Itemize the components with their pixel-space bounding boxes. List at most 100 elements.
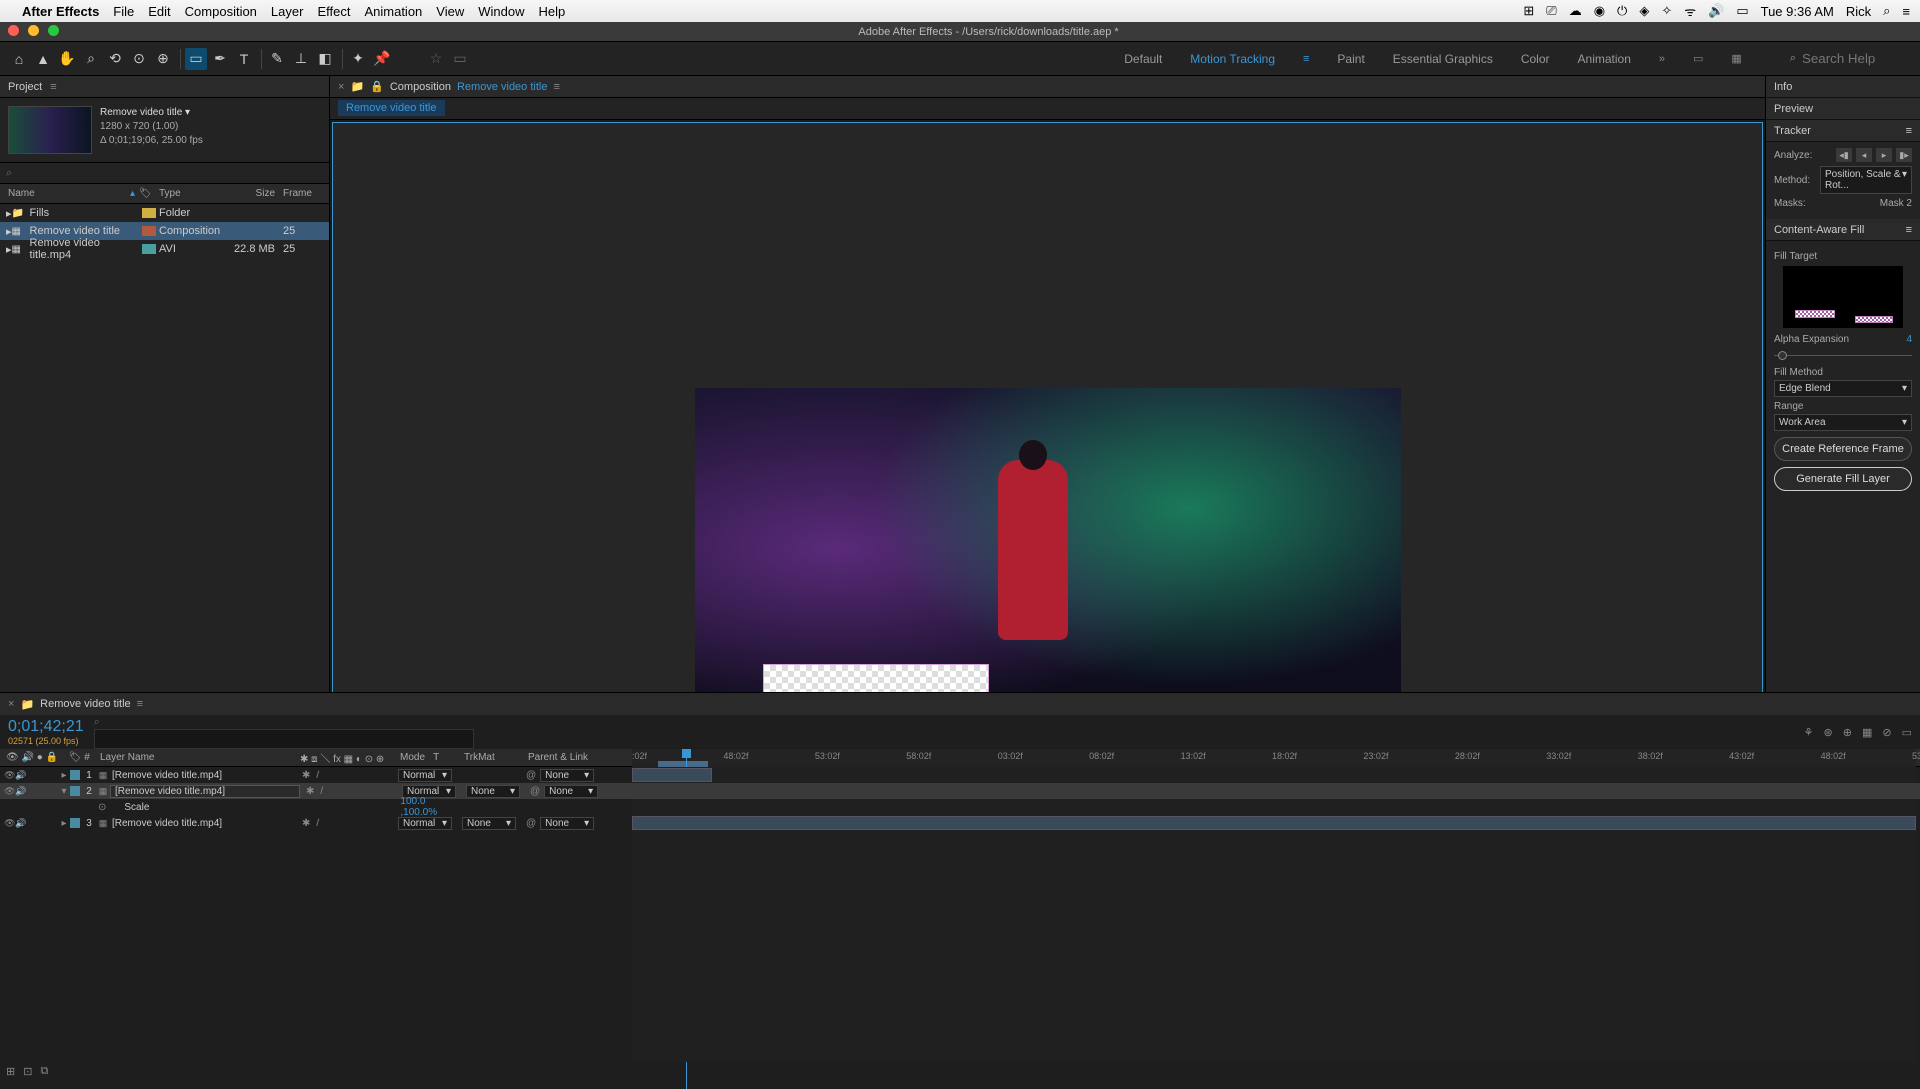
analyze-back-one-button[interactable]: ◂▮: [1836, 148, 1852, 162]
timeline-layer-row[interactable]: 👁🔊▸3▦[Remove video title.mp4]✱/Normal▾No…: [0, 815, 1920, 831]
visibility-toggle[interactable]: 👁: [4, 786, 14, 796]
col-layer-name[interactable]: Layer Name: [100, 752, 300, 763]
audio-toggle[interactable]: 🔊: [15, 786, 25, 796]
workspace-paint[interactable]: Paint: [1337, 52, 1364, 66]
parent-dropdown[interactable]: None▾: [540, 817, 594, 830]
menu-animation[interactable]: Animation: [364, 4, 422, 19]
sort-icon[interactable]: ▴: [130, 188, 135, 199]
label-swatch[interactable]: [70, 786, 80, 796]
menu-layer[interactable]: Layer: [271, 4, 304, 19]
composition-breadcrumb-link[interactable]: Remove video title: [457, 81, 548, 93]
layer-name[interactable]: [Remove video title.mp4]: [108, 770, 298, 781]
trkmat-dropdown[interactable]: None▾: [466, 785, 520, 798]
col-frame[interactable]: Frame: [279, 188, 329, 199]
method-dropdown[interactable]: Position, Scale & Rot...▾: [1820, 166, 1912, 194]
timeline-tool-icon[interactable]: ⊘: [1882, 726, 1891, 739]
alpha-expansion-value[interactable]: 4: [1906, 334, 1912, 345]
close-window-button[interactable]: [8, 25, 19, 36]
project-search-input[interactable]: [12, 167, 323, 179]
twirl-icon[interactable]: ▸: [58, 770, 70, 781]
orbit-tool-icon[interactable]: ⟲: [104, 48, 126, 70]
timeline-tab[interactable]: Remove video title: [40, 698, 131, 710]
col-solo-icon[interactable]: ●: [37, 752, 43, 763]
puppet-tool-icon[interactable]: 📌: [371, 48, 393, 70]
timeline-layer-row[interactable]: 👁🔊▾2▦[Remove video title.mp4]✱/Normal▾No…: [0, 783, 1920, 799]
overflow-icon[interactable]: »: [1659, 53, 1665, 65]
rectangle-tool-icon[interactable]: ▭: [185, 48, 207, 70]
col-lock-icon[interactable]: 🔒: [46, 752, 58, 763]
menu-composition[interactable]: Composition: [185, 4, 257, 19]
toolbar-icon[interactable]: ▦: [1731, 52, 1741, 65]
layer-name[interactable]: [Remove video title.mp4]: [108, 818, 298, 829]
label-swatch[interactable]: [142, 244, 156, 254]
status-icon[interactable]: ✧: [1661, 3, 1672, 19]
eraser-tool-icon[interactable]: ◧: [314, 48, 336, 70]
layer-switch[interactable]: /: [316, 818, 319, 829]
search-help-input[interactable]: [1802, 51, 1902, 66]
home-icon[interactable]: ⌂: [8, 48, 30, 70]
layer-property-row[interactable]: ⊙Scale100.0 ,100.0%: [0, 799, 1920, 815]
workspace-animation[interactable]: Animation: [1578, 52, 1631, 66]
workspace-essential-graphics[interactable]: Essential Graphics: [1393, 52, 1493, 66]
flowchart-tab[interactable]: Remove video title: [338, 100, 445, 116]
create-reference-frame-button[interactable]: Create Reference Frame: [1774, 437, 1912, 461]
parent-dropdown[interactable]: None▾: [540, 769, 594, 782]
switch-icon[interactable]: ⊙: [365, 754, 373, 765]
blend-mode-dropdown[interactable]: Normal▾: [398, 817, 452, 830]
parent-dropdown[interactable]: None▾: [544, 785, 598, 798]
app-name[interactable]: After Effects: [22, 4, 99, 19]
menu-edit[interactable]: Edit: [148, 4, 170, 19]
switch-icon[interactable]: ⊕: [376, 754, 384, 765]
col-eye-icon[interactable]: 👁: [6, 752, 19, 763]
cloud-icon[interactable]: ☁: [1569, 3, 1582, 19]
tab-close-icon[interactable]: ×: [338, 81, 344, 93]
layer-switch[interactable]: ✱: [302, 818, 310, 829]
folder-icon[interactable]: 📁: [350, 80, 364, 93]
solo-toggle[interactable]: [26, 770, 36, 780]
clock[interactable]: Tue 9:36 AM: [1761, 4, 1834, 19]
switch-icon[interactable]: ✱: [300, 754, 308, 765]
brush-tool-icon[interactable]: ✎: [266, 48, 288, 70]
audio-toggle[interactable]: 🔊: [15, 818, 25, 828]
timeline-tool-icon[interactable]: ⊛: [1824, 726, 1833, 739]
generate-fill-layer-button[interactable]: Generate Fill Layer: [1774, 467, 1912, 491]
panel-menu-icon[interactable]: ≡: [137, 698, 143, 710]
col-parent[interactable]: Parent & Link: [528, 752, 618, 763]
workspace-default[interactable]: Default: [1124, 52, 1162, 66]
battery-icon[interactable]: ▭: [1736, 3, 1748, 19]
workspace-menu-icon[interactable]: ≡: [1303, 53, 1309, 65]
toggle-icon[interactable]: ⧉: [40, 1065, 48, 1078]
label-swatch[interactable]: [70, 770, 80, 780]
panel-menu-icon[interactable]: ≡: [50, 81, 56, 93]
rotate-tool-icon[interactable]: ⊙: [128, 48, 150, 70]
project-item[interactable]: ▸▦Remove video title.mp4AVI22.8 MB25: [0, 240, 329, 258]
timeline-ruler[interactable]: :02f48:02f53:02f58:02f03:02f08:02f13:02f…: [632, 749, 1916, 767]
project-item[interactable]: ▸📁FillsFolder: [0, 204, 329, 222]
menu-view[interactable]: View: [436, 4, 464, 19]
shape-group-icon[interactable]: ▭: [449, 48, 471, 70]
tab-close-icon[interactable]: ×: [8, 698, 14, 710]
panel-menu-icon[interactable]: ≡: [1906, 224, 1912, 236]
timeline-layer-row[interactable]: 👁🔊▸1▦[Remove video title.mp4]✱/Normal▾@N…: [0, 767, 1920, 783]
workspace-color[interactable]: Color: [1521, 52, 1550, 66]
panel-menu-icon[interactable]: ≡: [553, 81, 559, 93]
visibility-toggle[interactable]: 👁: [4, 770, 14, 780]
toggle-modes-icon[interactable]: ⊡: [23, 1065, 32, 1078]
project-panel-header[interactable]: Project ≡: [0, 76, 329, 98]
audio-toggle[interactable]: 🔊: [15, 770, 25, 780]
switch-icon[interactable]: ▦: [344, 754, 353, 765]
menu-effect[interactable]: Effect: [317, 4, 350, 19]
info-panel-header[interactable]: Info: [1766, 76, 1920, 98]
property-value[interactable]: 100.0 ,100.0%: [400, 796, 464, 818]
status-icon[interactable]: ⎚: [1546, 3, 1556, 19]
col-mode[interactable]: Mode: [400, 752, 425, 763]
pickwhip-icon[interactable]: @: [526, 770, 536, 781]
layer-switch[interactable]: /: [316, 770, 319, 781]
trkmat-dropdown[interactable]: None▾: [462, 817, 516, 830]
minimize-window-button[interactable]: [28, 25, 39, 36]
menu-window[interactable]: Window: [478, 4, 524, 19]
col-label-icon[interactable]: 🏷: [139, 188, 159, 199]
status-icon[interactable]: ⏻: [1617, 3, 1627, 19]
anchor-tool-icon[interactable]: ⊕: [152, 48, 174, 70]
lock-toggle[interactable]: [37, 786, 47, 796]
